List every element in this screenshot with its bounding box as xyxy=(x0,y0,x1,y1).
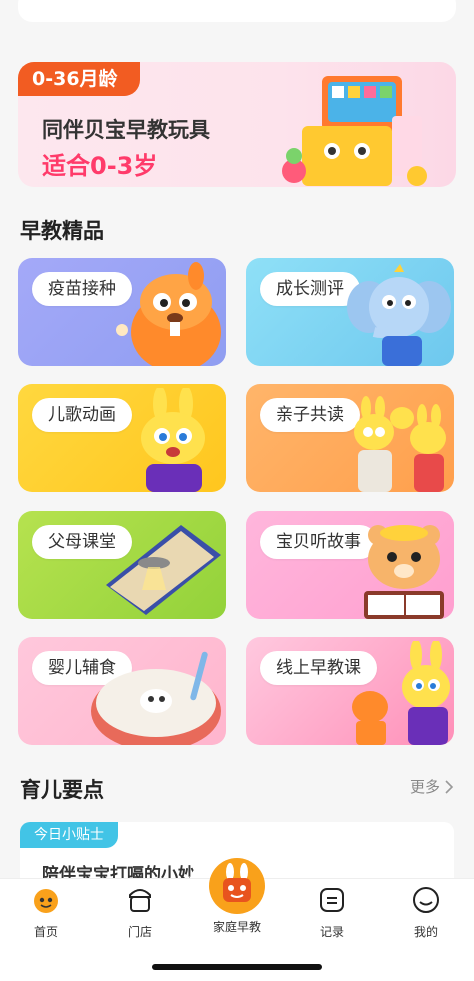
tab-home[interactable]: 首页 xyxy=(16,885,76,940)
card-story-time[interactable]: 宝贝听故事 xyxy=(246,511,454,619)
card-online-class[interactable]: 线上早教课 xyxy=(246,637,454,745)
beaver-illustration xyxy=(116,262,221,366)
tab-store[interactable]: 门店 xyxy=(110,885,170,940)
card-parent-class[interactable]: 父母课堂 xyxy=(18,511,226,619)
banner-subtitle: 适合0-3岁 xyxy=(42,152,158,180)
tab-label: 我的 xyxy=(413,925,438,939)
bunny-family-illustration xyxy=(354,396,446,492)
section-title-parenting: 育儿要点 xyxy=(20,778,104,802)
profile-smile-icon xyxy=(413,887,439,913)
more-label: 更多 xyxy=(409,778,440,796)
book-illustration xyxy=(106,525,221,615)
tab-mine[interactable]: 我的 xyxy=(396,885,456,940)
tab-home-education[interactable] xyxy=(209,858,265,914)
age-tag: 0-36月龄 xyxy=(18,62,140,96)
bowl-illustration xyxy=(91,651,221,745)
toy-box-illustration xyxy=(282,76,427,186)
more-link[interactable]: 更多 xyxy=(410,776,454,797)
tab-label: 首页 xyxy=(33,925,58,939)
tab-label: 记录 xyxy=(319,925,344,939)
home-mascot-icon xyxy=(34,889,58,913)
home-indicator xyxy=(152,964,322,970)
store-icon xyxy=(129,889,151,912)
card-baby-food[interactable]: 婴儿辅食 xyxy=(18,637,226,745)
promo-banner[interactable]: 0-36月龄 同伴贝宝早教玩具 适合0-3岁 xyxy=(18,62,456,187)
tab-record[interactable]: 记录 xyxy=(302,885,362,940)
card-vaccination[interactable]: 疫苗接种 xyxy=(18,258,226,366)
previous-card xyxy=(18,0,456,22)
banner-title: 同伴贝宝早教玩具 xyxy=(42,118,210,142)
tab-label: 门店 xyxy=(127,925,152,939)
bunny-duo-illustration xyxy=(352,641,450,745)
card-nursery-rhymes[interactable]: 儿歌动画 xyxy=(18,384,226,492)
tab-label-center: 家庭早教 xyxy=(212,920,261,934)
chevron-right-icon xyxy=(445,779,454,794)
elephant-illustration xyxy=(347,264,451,366)
card-growth-assessment[interactable]: 成长测评 xyxy=(246,258,454,366)
record-icon xyxy=(320,888,344,912)
card-parent-child-reading[interactable]: 亲子共读 xyxy=(246,384,454,492)
tip-tag: 今日小贴士 xyxy=(20,822,118,848)
bunny-illustration xyxy=(141,388,205,492)
bear-illustration xyxy=(364,525,444,619)
section-title-premium: 早教精品 xyxy=(20,219,104,243)
mascot-center-icon xyxy=(223,863,251,902)
